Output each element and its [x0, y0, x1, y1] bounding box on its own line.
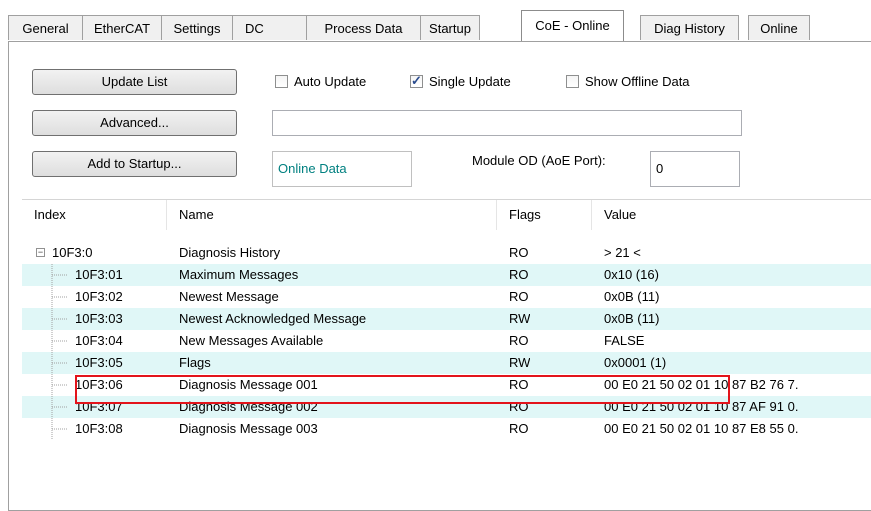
- column-header-name[interactable]: Name: [167, 200, 497, 230]
- advanced-button[interactable]: Advanced...: [32, 110, 237, 136]
- value-cell: 00 E0 21 50 02 01 10 87 B2 76 7.: [604, 377, 799, 392]
- column-header-index[interactable]: Index: [22, 200, 167, 230]
- table-row[interactable]: 10F3:01 Maximum Messages RO 0x10 (16): [22, 264, 871, 286]
- advanced-text-field[interactable]: [272, 110, 742, 136]
- value-cell: 0x10 (16): [604, 267, 659, 282]
- module-od-label: Module OD (AoE Port):: [472, 153, 606, 168]
- list-header: Index Name Flags Value: [22, 200, 871, 230]
- flags-cell: RO: [509, 399, 529, 414]
- value-cell: > 21 <: [604, 245, 641, 260]
- module-od-input[interactable]: 0: [650, 151, 740, 187]
- tree-connector-icon: [50, 330, 72, 352]
- value-cell: 0x0001 (1): [604, 355, 667, 370]
- checkbox-box[interactable]: [275, 75, 288, 88]
- tree-connector-icon: [50, 352, 72, 374]
- column-header-value[interactable]: Value: [592, 200, 871, 230]
- tree-connector-icon: [50, 264, 72, 286]
- tab-online[interactable]: Online: [748, 15, 810, 40]
- name-cell: Diagnosis Message 002: [179, 399, 318, 414]
- flags-cell: RO: [509, 245, 529, 260]
- value-cell: 0x0B (11): [604, 311, 660, 326]
- index-cell: 10F3:07: [75, 399, 123, 414]
- tab-general[interactable]: General: [8, 15, 83, 40]
- table-row[interactable]: 10F3:08 Diagnosis Message 003 RO 00 E0 2…: [22, 418, 871, 440]
- tab-diag-history[interactable]: Diag History: [640, 15, 739, 40]
- tab-dc[interactable]: DC: [232, 15, 307, 40]
- tab-startup[interactable]: Startup: [420, 15, 480, 40]
- value-cell: 0x0B (11): [604, 289, 660, 304]
- table-row[interactable]: 10F3:02 Newest Message RO 0x0B (11): [22, 286, 871, 308]
- name-cell: Diagnosis Message 001: [179, 377, 318, 392]
- auto-update-checkbox[interactable]: Auto Update: [275, 73, 366, 91]
- table-row[interactable]: 10F3:03 Newest Acknowledged Message RW 0…: [22, 308, 871, 330]
- name-cell: Diagnosis Message 003: [179, 421, 318, 436]
- name-cell: Maximum Messages: [179, 267, 299, 282]
- tab-process-data[interactable]: Process Data: [306, 15, 421, 40]
- table-row[interactable]: 10F3:07 Diagnosis Message 002 RO 00 E0 2…: [22, 396, 871, 418]
- flags-cell: RO: [509, 377, 529, 392]
- index-cell: 10F3:05: [75, 355, 123, 370]
- table-row[interactable]: 10F3:05 Flags RW 0x0001 (1): [22, 352, 871, 374]
- flags-cell: RW: [509, 311, 531, 326]
- tree-connector-icon: [50, 396, 72, 418]
- auto-update-label: Auto Update: [294, 74, 367, 89]
- tree-connector-icon: [50, 418, 72, 440]
- name-cell: New Messages Available: [179, 333, 324, 348]
- tab-settings[interactable]: Settings: [161, 15, 233, 40]
- table-row[interactable]: 10F3:04 New Messages Available RO FALSE: [22, 330, 871, 352]
- tab-coe-online[interactable]: CoE - Online: [521, 10, 624, 41]
- flags-cell: RO: [509, 289, 529, 304]
- value-cell: 00 E0 21 50 02 01 10 87 E8 55 0.: [604, 421, 799, 436]
- flags-cell: RO: [509, 333, 529, 348]
- name-cell: Diagnosis History: [179, 245, 281, 260]
- single-update-checkbox[interactable]: Single Update: [410, 72, 511, 91]
- online-data-field: Online Data: [272, 151, 412, 187]
- index-cell: 10F3:01: [75, 267, 123, 282]
- checkbox-box[interactable]: [410, 72, 423, 90]
- tree-connector-icon: [50, 374, 72, 396]
- index-cell: 10F3:04: [75, 333, 123, 348]
- tree-connector-icon: [50, 286, 72, 308]
- flags-cell: RO: [509, 421, 529, 436]
- name-cell: Newest Message: [179, 289, 279, 304]
- index-cell: 10F3:06: [75, 377, 123, 392]
- single-update-label: Single Update: [429, 74, 511, 89]
- checkbox-box[interactable]: [566, 75, 579, 88]
- value-cell: 00 E0 21 50 02 01 10 87 AF 91 0.: [604, 399, 799, 414]
- flags-cell: RW: [509, 355, 531, 370]
- name-cell: Flags: [179, 355, 211, 370]
- show-offline-data-checkbox[interactable]: Show Offline Data: [566, 73, 690, 91]
- column-header-flags[interactable]: Flags: [497, 200, 592, 230]
- index-cell: 10F3:0: [52, 245, 93, 260]
- collapse-icon[interactable]: −: [36, 248, 45, 257]
- show-offline-data-label: Show Offline Data: [585, 74, 690, 89]
- flags-cell: RO: [509, 267, 529, 282]
- tree-connector-icon: [50, 308, 72, 330]
- tab-ethercat[interactable]: EtherCAT: [82, 15, 162, 40]
- add-to-startup-button[interactable]: Add to Startup...: [32, 151, 237, 177]
- index-cell: 10F3:03: [75, 311, 123, 326]
- table-row[interactable]: − 10F3:0 Diagnosis History RO > 21 <: [22, 242, 871, 264]
- update-list-button[interactable]: Update List: [32, 69, 237, 95]
- object-dictionary-list[interactable]: Index Name Flags Value − 10F3:0 Diagnosi…: [22, 199, 871, 490]
- table-row[interactable]: 10F3:06 Diagnosis Message 001 RO 00 E0 2…: [22, 374, 871, 396]
- name-cell: Newest Acknowledged Message: [179, 311, 367, 326]
- value-cell: FALSE: [604, 333, 645, 348]
- index-cell: 10F3:02: [75, 289, 123, 304]
- index-cell: 10F3:08: [75, 421, 123, 436]
